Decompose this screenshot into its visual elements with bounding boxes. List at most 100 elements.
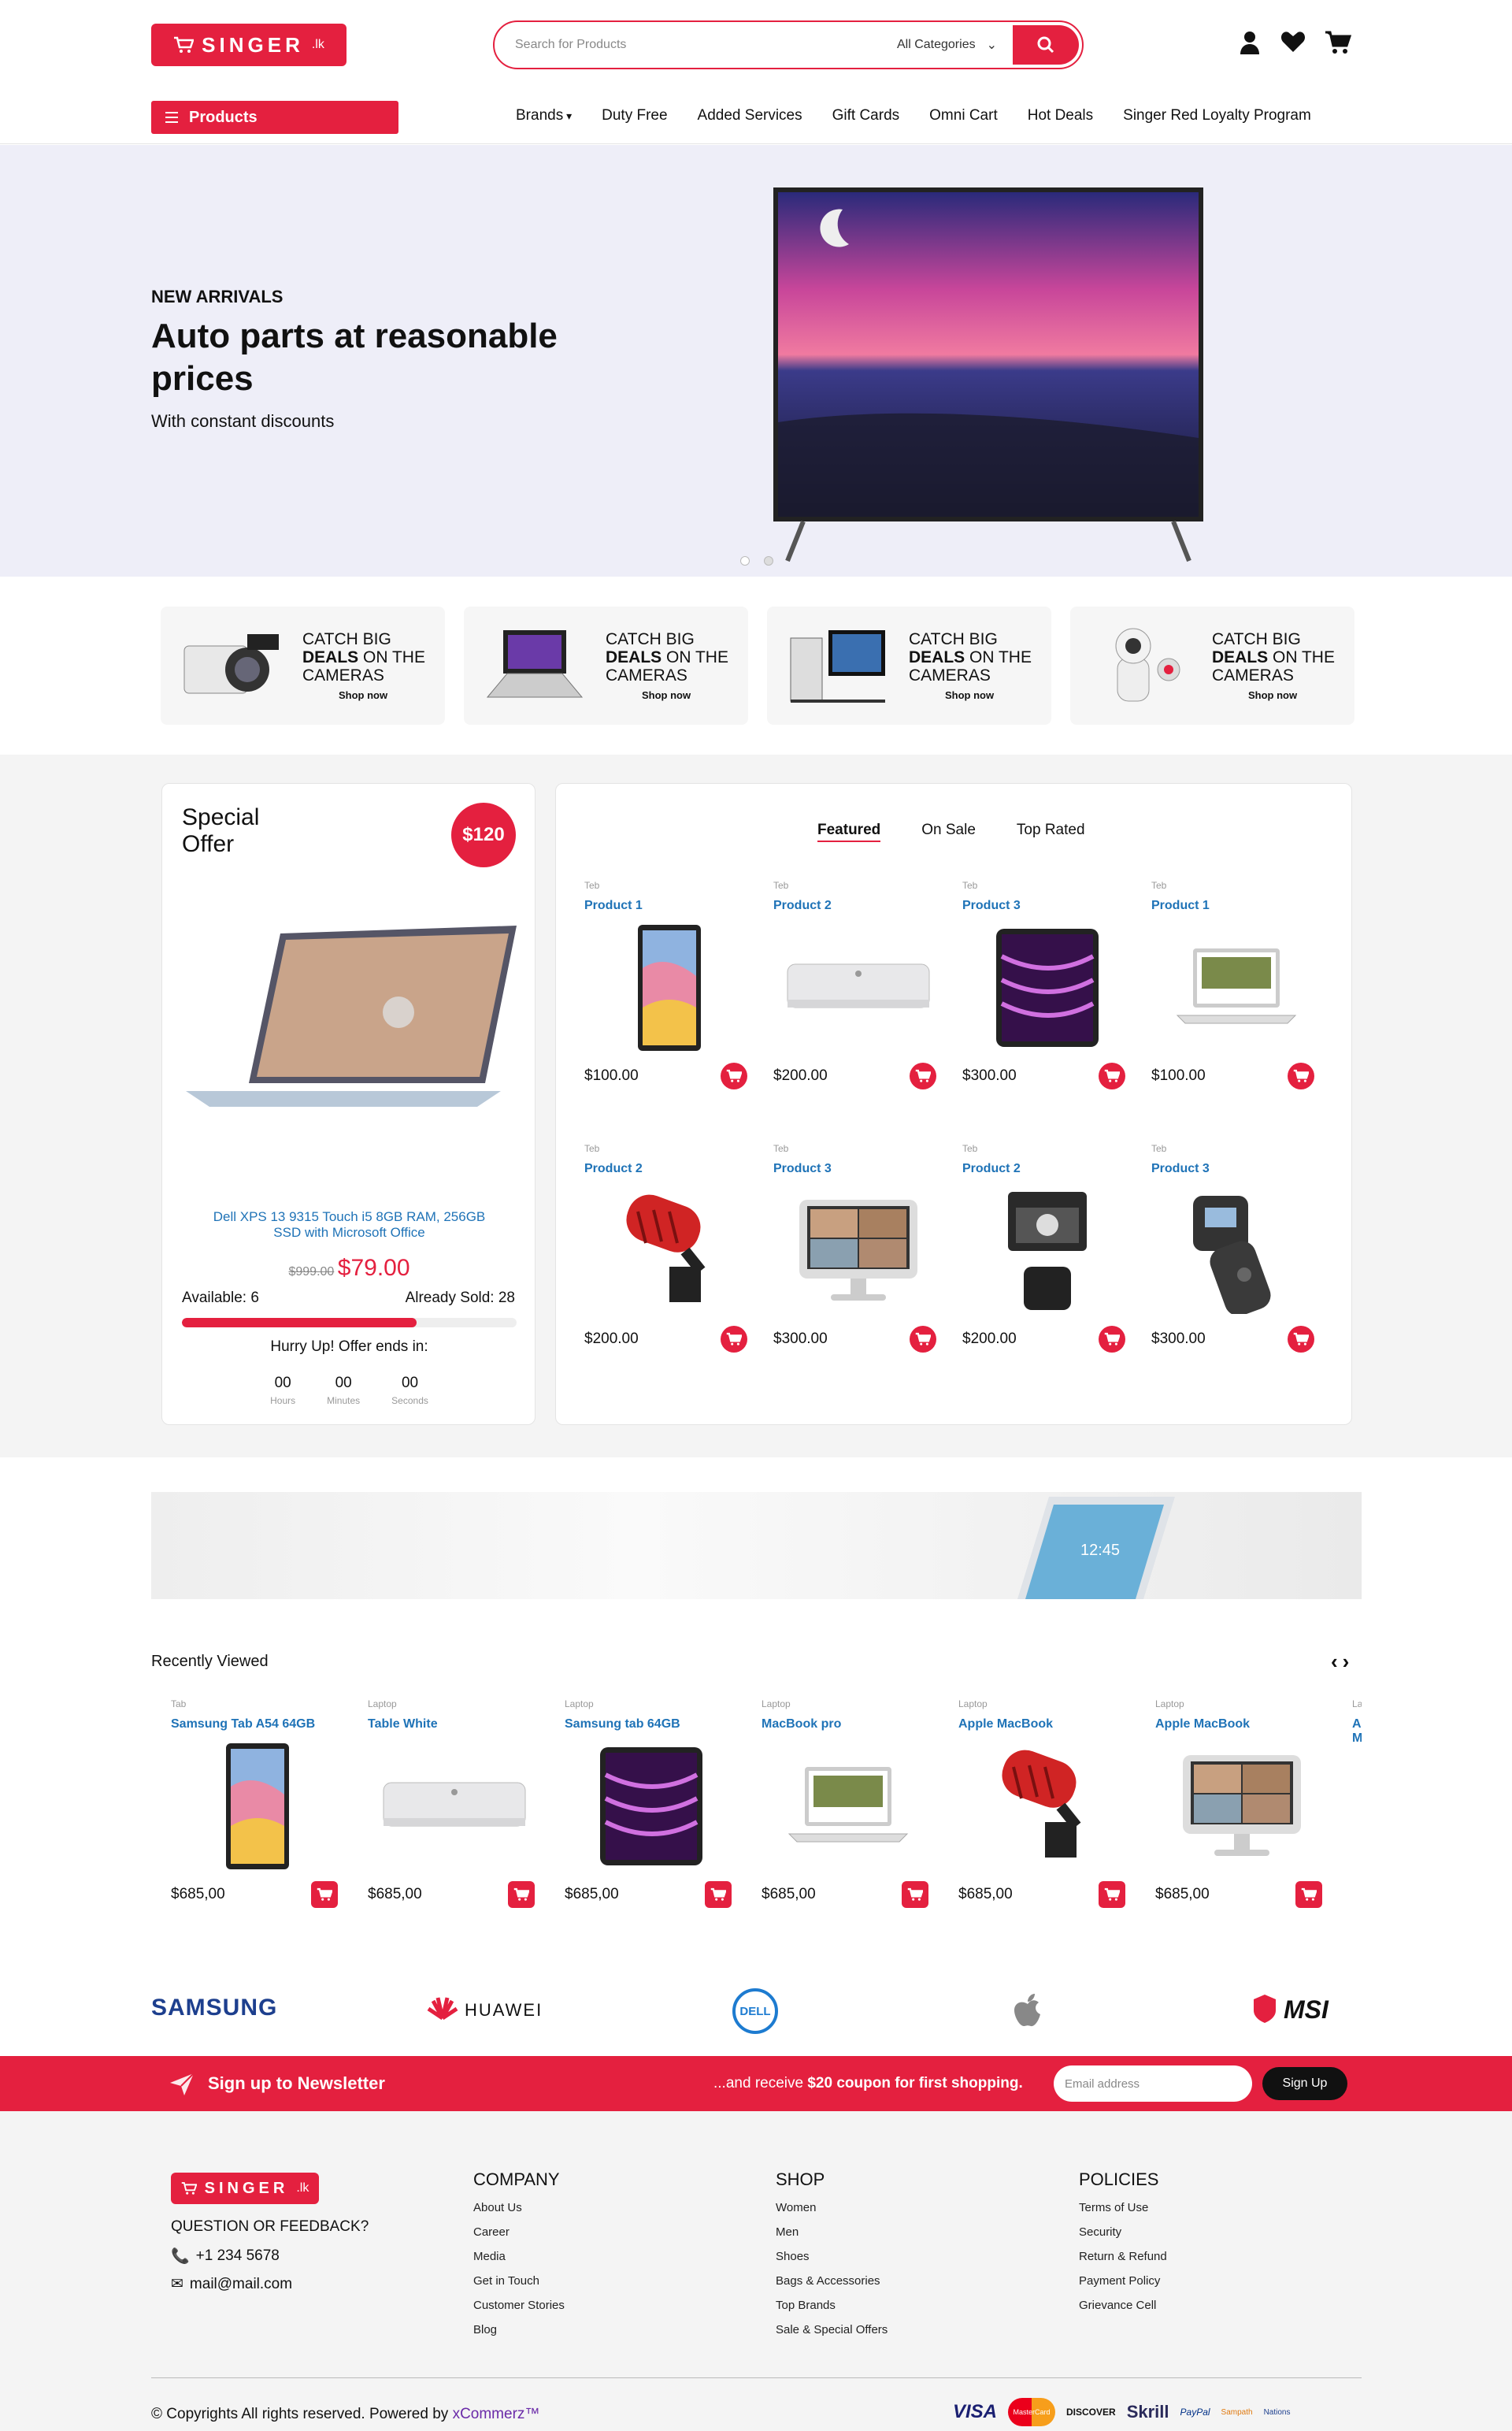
product-name[interactable]: Product 1 [584,899,754,913]
product-card[interactable]: Teb Product 3 $300.00 [962,880,1132,1124]
promo-card[interactable]: CATCH BIG DEALS ON THE CAMERAS Shop now [161,607,445,725]
footer-link[interactable]: Bags & Accessories [776,2274,888,2288]
footer-phone[interactable]: 📞 +1 234 5678 [171,2247,280,2266]
category-select[interactable]: All Categories ⌄ [897,37,1013,53]
product-name[interactable]: MacBook pro [762,1717,935,1731]
product-card[interactable]: Laptop Table White $685,00 [368,1698,541,1935]
add-to-cart-button[interactable] [902,1881,928,1908]
shop-now-link[interactable]: Shop now [1212,689,1335,701]
product-name[interactable]: Product 3 [773,1162,943,1176]
brand-huawei[interactable]: HUAWEI [427,1996,543,2024]
add-to-cart-button[interactable] [721,1063,747,1089]
add-to-cart-button[interactable] [1099,1881,1125,1908]
carousel-dot-2[interactable] [764,556,773,566]
product-card[interactable]: Laptop Samsung tab 64GB $685,00 [565,1698,738,1935]
product-card[interactable]: Teb Product 3 $300.00 [773,1143,943,1387]
tab-on-sale[interactable]: On Sale [921,822,976,842]
powered-by-link[interactable]: xCommerz™ [453,2406,540,2422]
footer-link[interactable]: Career [473,2225,565,2239]
nav-gift-cards[interactable]: Gift Cards [832,107,900,124]
search-button[interactable] [1013,25,1079,65]
product-card[interactable]: Teb Product 2 $200.00 [773,880,943,1124]
footer-link[interactable]: Return & Refund [1079,2250,1167,2263]
footer-link[interactable]: Get in Touch [473,2274,565,2288]
product-name[interactable]: Product 2 [773,899,943,913]
promo-card[interactable]: CATCH BIG DEALS ON THE CAMERAS Shop now [767,607,1051,725]
footer-link[interactable]: Media [473,2250,565,2263]
product-card[interactable]: Teb Product 2 $200.00 [962,1143,1132,1387]
product-name[interactable]: Samsung tab 64GB [565,1717,738,1731]
footer-link[interactable]: Shoes [776,2250,888,2263]
add-to-cart-button[interactable] [721,1326,747,1353]
nav-brands[interactable]: Brands ▾ [516,107,572,124]
footer-link[interactable]: Security [1079,2225,1167,2239]
brand-samsung[interactable]: SAMSUNG [151,1995,277,2021]
footer-link[interactable]: Terms of Use [1079,2201,1167,2214]
add-to-cart-button[interactable] [910,1326,936,1353]
shop-now-link[interactable]: Shop now [909,689,1032,701]
brand-msi[interactable]: MSI [1252,1993,1329,2027]
product-card[interactable]: Laptop Apple MacBook $685,00 [958,1698,1132,1935]
add-to-cart-button[interactable] [1099,1326,1125,1353]
footer-link[interactable]: Customer Stories [473,2299,565,2312]
add-to-cart-button[interactable] [311,1881,338,1908]
special-product-name[interactable]: Dell XPS 13 9315 Touch i5 8GB RAM, 256GB… [209,1209,489,1241]
tab-top-rated[interactable]: Top Rated [1017,822,1085,842]
product-card[interactable]: Teb Product 2 $200.00 [584,1143,754,1387]
product-name[interactable]: Product 1 [1151,899,1321,913]
newsletter-email-input[interactable]: Email address [1054,2065,1252,2102]
add-to-cart-button[interactable] [705,1881,732,1908]
add-to-cart-button[interactable] [1295,1881,1322,1908]
search-input[interactable]: Search for Products [515,38,626,52]
promo-card[interactable]: CATCH BIG DEALS ON THE CAMERAS Shop now [1070,607,1354,725]
add-to-cart-button[interactable] [910,1063,936,1089]
product-name[interactable]: Product 3 [1151,1162,1321,1176]
product-name[interactable]: Product 3 [962,899,1132,913]
footer-link[interactable]: Women [776,2201,888,2214]
tab-featured[interactable]: Featured [817,822,881,842]
user-icon[interactable] [1238,30,1262,59]
footer-email[interactable]: ✉ mail@mail.com [171,2275,292,2293]
footer-link[interactable]: Grievance Cell [1079,2299,1167,2312]
product-name[interactable]: Samsung Tab A54 64GB [171,1717,344,1731]
product-name[interactable]: Product 2 [962,1162,1132,1176]
footer-link[interactable]: Men [776,2225,888,2239]
product-name[interactable]: Apple MacBook [1155,1717,1329,1731]
footer-link[interactable]: Top Brands [776,2299,888,2312]
footer-link[interactable]: Sale & Special Offers [776,2323,888,2336]
product-card[interactable]: Laptop MacBook pro $685,00 [762,1698,935,1935]
carousel-dot-1[interactable] [740,556,750,566]
product-card[interactable]: Laptop Apple MacBook $685,00 [1155,1698,1329,1935]
footer-logo[interactable]: SINGER .lk [171,2173,319,2204]
newsletter-signup-button[interactable]: Sign Up [1262,2067,1347,2100]
product-card[interactable]: Teb Product 3 $300.00 [1151,1143,1321,1387]
add-to-cart-button[interactable] [1288,1063,1314,1089]
shop-now-link[interactable]: Shop now [302,689,425,701]
product-card[interactable]: Teb Product 1 $100.00 [1151,880,1321,1124]
nav-omni-cart[interactable]: Omni Cart [929,107,998,124]
nav-hot-deals[interactable]: Hot Deals [1028,107,1093,124]
product-name[interactable]: Product 2 [584,1162,754,1176]
add-to-cart-button[interactable] [1099,1063,1125,1089]
site-logo[interactable]: SINGER .lk [151,24,346,66]
chevron-left-icon[interactable]: ‹ [1331,1650,1338,1674]
add-to-cart-button[interactable] [1288,1326,1314,1353]
nav-loyalty[interactable]: Singer Red Loyalty Program [1123,107,1311,124]
footer-link[interactable]: Blog [473,2323,565,2336]
promo-card[interactable]: CATCH BIG DEALS ON THE CAMERAS Shop now [464,607,748,725]
cart-icon[interactable] [1325,30,1352,59]
chevron-right-icon[interactable]: › [1343,1650,1350,1674]
product-card[interactable]: Teb Product 1 $100.00 [584,880,754,1124]
brand-dell[interactable]: DELL [732,1988,778,2034]
heart-icon[interactable] [1280,30,1306,59]
brand-apple-icon[interactable] [1011,1993,1044,2035]
nav-added-services[interactable]: Added Services [698,107,802,124]
footer-link[interactable]: About Us [473,2201,565,2214]
product-name[interactable]: Table White [368,1717,541,1731]
footer-link[interactable]: Payment Policy [1079,2274,1167,2288]
products-menu-button[interactable]: Products [151,101,398,134]
product-card[interactable]: Tab Samsung Tab A54 64GB $685,00 [171,1698,344,1935]
product-card-partial[interactable]: Laptop Apple MacBook [1352,1698,1362,1935]
shop-now-link[interactable]: Shop now [606,689,728,701]
product-name[interactable]: Apple MacBook [958,1717,1132,1731]
